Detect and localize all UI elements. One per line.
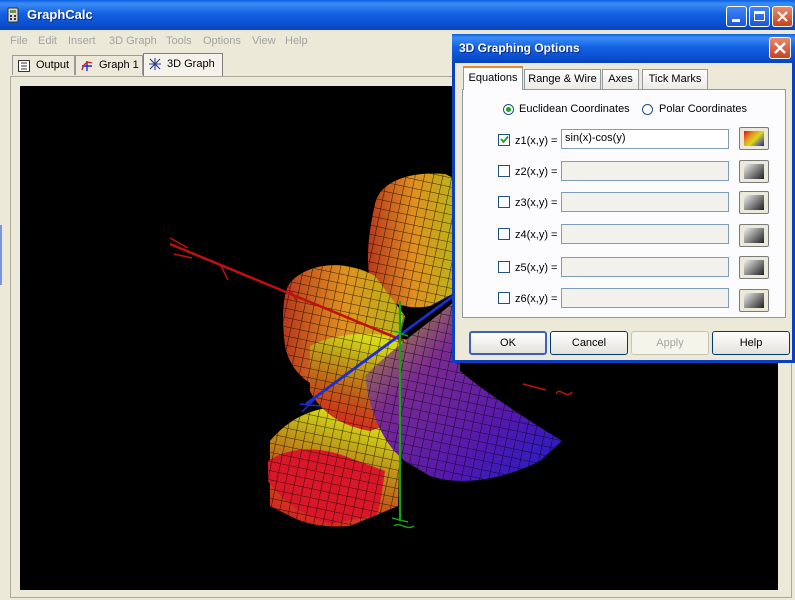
window-title: GraphCalc bbox=[27, 7, 93, 22]
title-bar[interactable]: GraphCalc bbox=[0, 0, 795, 30]
tab-axes[interactable]: Axes bbox=[602, 69, 639, 89]
z3-checkbox[interactable] bbox=[498, 196, 510, 208]
gray-swatch-icon bbox=[744, 260, 764, 275]
gray-swatch-icon bbox=[744, 164, 764, 179]
euclidean-radio[interactable] bbox=[503, 104, 514, 115]
z4-checkbox[interactable] bbox=[498, 228, 510, 240]
z4-color-button[interactable] bbox=[739, 224, 769, 247]
window-edge bbox=[0, 225, 2, 285]
z1-color-button[interactable] bbox=[739, 127, 769, 150]
radio-selected-dot bbox=[506, 107, 511, 112]
menu-3d-graph[interactable]: 3D Graph bbox=[109, 35, 157, 47]
close-button[interactable] bbox=[772, 6, 793, 27]
tab-graph-1[interactable]: Graph 1 bbox=[75, 55, 143, 75]
checkmark-icon bbox=[500, 135, 509, 144]
menu-tools[interactable]: Tools bbox=[166, 35, 192, 47]
polar-label: Polar Coordinates bbox=[659, 103, 748, 115]
help-button[interactable]: Help bbox=[712, 331, 790, 355]
tab-3d-graph[interactable]: 3D Graph bbox=[143, 53, 223, 76]
dialog-close-button[interactable] bbox=[769, 37, 791, 59]
dialog-title: 3D Graphing Options bbox=[459, 41, 580, 55]
menu-edit[interactable]: Edit bbox=[38, 35, 57, 47]
z5-checkbox[interactable] bbox=[498, 261, 510, 273]
z5-equation-input[interactable] bbox=[561, 257, 729, 277]
z3-label: z3(x,y) = bbox=[515, 197, 558, 209]
z2-equation-input[interactable] bbox=[561, 161, 729, 181]
graphing-options-dialog: 3D Graphing Options Equations Range & Wi… bbox=[452, 34, 795, 363]
gray-swatch-icon bbox=[744, 293, 764, 308]
tab-graph-1-label: Graph 1 bbox=[99, 59, 139, 71]
z4-label: z4(x,y) = bbox=[515, 229, 558, 241]
x-axis-tail bbox=[522, 383, 573, 396]
tab-output-label: Output bbox=[36, 59, 70, 71]
menu-insert[interactable]: Insert bbox=[68, 35, 96, 47]
z1-equation-input[interactable]: sin(x)-cos(y) bbox=[561, 129, 729, 149]
z4-equation-input[interactable] bbox=[561, 224, 729, 244]
tab-3d-graph-label: 3D Graph bbox=[167, 58, 215, 70]
tab-equations[interactable]: Equations bbox=[463, 66, 523, 90]
z6-checkbox[interactable] bbox=[498, 292, 510, 304]
z5-color-button[interactable] bbox=[739, 256, 769, 279]
close-icon bbox=[777, 11, 788, 22]
z6-equation-input[interactable] bbox=[561, 288, 729, 308]
gray-swatch-icon bbox=[744, 228, 764, 243]
gray-swatch-icon bbox=[744, 195, 764, 210]
z6-label: z6(x,y) = bbox=[515, 293, 558, 305]
cancel-button[interactable]: Cancel bbox=[550, 331, 628, 355]
graph-3d-icon bbox=[149, 58, 161, 70]
z2-color-button[interactable] bbox=[739, 160, 769, 183]
z1-label: z1(x,y) = bbox=[515, 135, 558, 147]
maximize-button[interactable] bbox=[749, 6, 770, 27]
z1-checkbox[interactable] bbox=[498, 134, 510, 146]
ok-button[interactable]: OK bbox=[469, 331, 547, 355]
z6-color-button[interactable] bbox=[739, 289, 769, 312]
equations-panel: Euclidean Coordinates Polar Coordinates … bbox=[462, 89, 786, 318]
z3-color-button[interactable] bbox=[739, 191, 769, 214]
dialog-title-bar[interactable]: 3D Graphing Options bbox=[452, 34, 795, 63]
tab-range-wire[interactable]: Range & Wire bbox=[524, 69, 601, 89]
z-axis-tail bbox=[391, 517, 415, 529]
z2-label: z2(x,y) = bbox=[515, 166, 558, 178]
minimize-button[interactable] bbox=[726, 6, 747, 27]
menu-help[interactable]: Help bbox=[285, 35, 308, 47]
euclidean-label: Euclidean Coordinates bbox=[519, 103, 630, 115]
app-icon bbox=[7, 7, 19, 23]
graph-2d-icon bbox=[81, 61, 93, 71]
menu-view[interactable]: View bbox=[252, 35, 276, 47]
menu-options[interactable]: Options bbox=[203, 35, 241, 47]
tab-tick-marks[interactable]: Tick Marks bbox=[642, 69, 708, 89]
close-icon bbox=[774, 42, 786, 54]
minimize-icon bbox=[732, 19, 740, 22]
z5-label: z5(x,y) = bbox=[515, 262, 558, 274]
z2-checkbox[interactable] bbox=[498, 165, 510, 177]
tab-output[interactable]: Output bbox=[12, 55, 75, 75]
output-icon bbox=[18, 60, 30, 72]
maximize-icon bbox=[754, 11, 765, 21]
z3-equation-input[interactable] bbox=[561, 192, 729, 212]
polar-radio[interactable] bbox=[642, 104, 653, 115]
rainbow-swatch-icon bbox=[744, 131, 764, 146]
apply-button[interactable]: Apply bbox=[631, 331, 709, 355]
menu-file[interactable]: File bbox=[10, 35, 28, 47]
